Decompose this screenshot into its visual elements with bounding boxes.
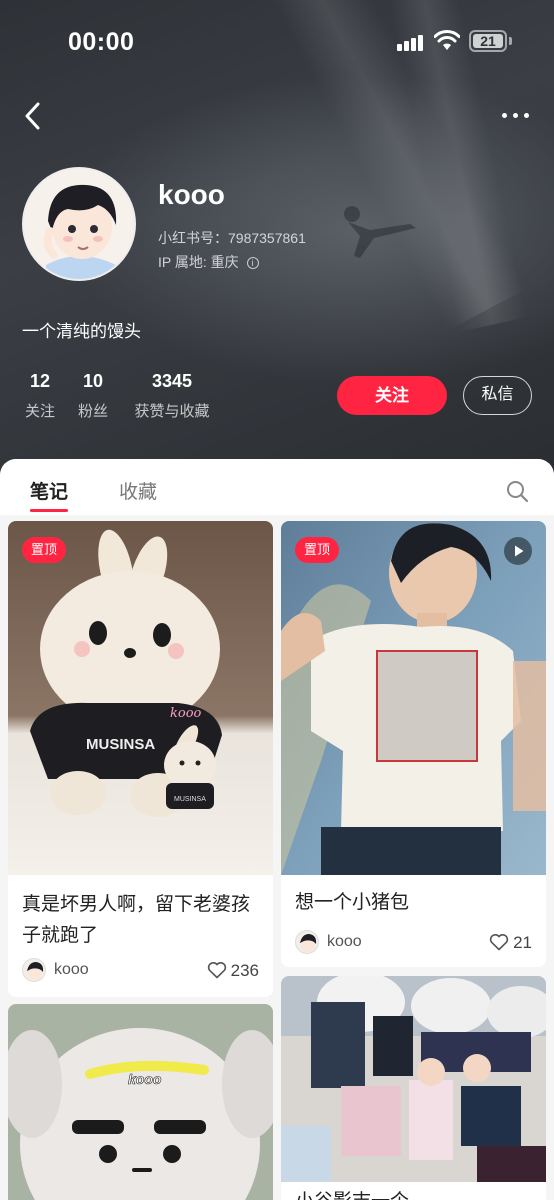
note-card[interactable]: MUSINSA MUSINSA kooo 置顶 真是坏男人啊，留下老婆孩子就跑了… bbox=[8, 521, 273, 997]
author-name[interactable]: kooo bbox=[327, 933, 362, 951]
pinned-badge: 置顶 bbox=[22, 537, 66, 563]
handwritten-tag-text: kooo bbox=[128, 1071, 162, 1087]
tab-bar: 笔记 收藏 bbox=[0, 459, 554, 515]
stat-value: 3345 bbox=[151, 371, 193, 391]
note-title: 想一个小猪包 bbox=[295, 892, 410, 913]
note-card[interactable]: kooo bbox=[8, 1004, 273, 1200]
stat-value: 10 bbox=[82, 371, 104, 391]
author-avatar[interactable] bbox=[22, 958, 46, 982]
more-icon bbox=[502, 113, 507, 118]
play-icon bbox=[515, 545, 524, 557]
author-avatar-illustration bbox=[27, 962, 44, 980]
stat-followers[interactable]: 10 粉丝 bbox=[75, 371, 111, 421]
ip-location-text: IP 属地: 重庆 bbox=[158, 254, 239, 270]
like-count-value: 21 bbox=[513, 933, 532, 952]
note-cover: MUSINSA MUSINSA kooo bbox=[8, 521, 273, 875]
battery-tip bbox=[509, 37, 512, 45]
status-time: 00:00 bbox=[68, 28, 135, 56]
follow-button[interactable]: 关注 bbox=[337, 376, 447, 415]
profile-nickname: kooo bbox=[158, 179, 225, 210]
profile-ip-location: IP 属地: 重庆 i bbox=[158, 252, 259, 272]
heart-icon bbox=[207, 962, 226, 979]
shirt-brand-small-text: MUSINSA bbox=[174, 796, 206, 803]
profile-header: 00:00 21 kooo 小红书号：7987357861 IP 属地: 重庆 … bbox=[0, 0, 554, 480]
search-icon bbox=[507, 481, 529, 503]
note-cover bbox=[281, 521, 546, 875]
note-title: 真是坏男人啊，留下老婆孩子就跑了 bbox=[22, 894, 251, 946]
note-card[interactable]: 小谷影志一个 bbox=[281, 976, 546, 1200]
profile-avatar[interactable] bbox=[22, 167, 136, 281]
pinned-badge: 置顶 bbox=[295, 537, 339, 563]
plush-bunny-photo: MUSINSA MUSINSA kooo bbox=[8, 521, 273, 875]
tab-notes[interactable]: 笔记 bbox=[30, 477, 68, 504]
stat-label: 粉丝 bbox=[77, 403, 108, 420]
notes-panel: 笔记 收藏 MUSINSA MUSINSA kooo 置顶 真是坏男人啊，留下老… bbox=[0, 459, 554, 1200]
stat-following[interactable]: 12 关注 bbox=[22, 371, 58, 421]
profile-bio: 一个清纯的馒头 bbox=[22, 322, 141, 341]
background-performer-silhouette bbox=[344, 206, 416, 258]
search-button[interactable] bbox=[505, 479, 529, 503]
profile-red-id: 小红书号：7987357861 bbox=[158, 230, 306, 246]
back-button[interactable] bbox=[18, 98, 50, 134]
battery-icon: 21 bbox=[469, 30, 507, 52]
avatar-illustration bbox=[24, 169, 134, 279]
stat-value: 12 bbox=[29, 371, 51, 391]
note-card[interactable]: 置顶 想一个小猪包 kooo 21 bbox=[281, 521, 546, 967]
like-count[interactable]: 21 bbox=[489, 933, 532, 953]
video-play-button[interactable] bbox=[504, 537, 532, 565]
active-tab-indicator bbox=[30, 509, 68, 512]
signal-icon bbox=[397, 33, 427, 51]
shirt-brand-text: MUSINSA bbox=[86, 736, 155, 753]
handwritten-tag-text: kooo bbox=[170, 706, 202, 721]
back-icon bbox=[25, 102, 40, 130]
tab-collections[interactable]: 收藏 bbox=[119, 477, 157, 504]
battery-level: 21 bbox=[473, 34, 503, 48]
performer-concert-photo bbox=[281, 521, 546, 875]
author-avatar-illustration bbox=[300, 934, 317, 952]
note-cover bbox=[281, 976, 546, 1182]
note-footer: kooo 236 bbox=[22, 958, 259, 984]
plush-dog-photo: kooo bbox=[8, 1004, 273, 1200]
more-button[interactable] bbox=[498, 100, 534, 130]
author-avatar[interactable] bbox=[295, 930, 319, 954]
note-cover: kooo bbox=[8, 1004, 273, 1200]
like-count-value: 236 bbox=[230, 961, 259, 980]
status-bar: 00:00 21 bbox=[0, 0, 554, 82]
note-title: 小谷影志一个 bbox=[295, 1186, 537, 1200]
message-button[interactable]: 私信 bbox=[463, 376, 532, 415]
stat-label: 获赞与收藏 bbox=[134, 403, 210, 420]
heart-icon bbox=[489, 934, 509, 951]
wifi-icon bbox=[434, 30, 460, 50]
author-name[interactable]: kooo bbox=[54, 961, 89, 979]
note-footer: kooo 21 bbox=[295, 930, 532, 956]
like-count[interactable]: 236 bbox=[207, 961, 259, 981]
merchandise-collection-photo bbox=[281, 976, 546, 1182]
info-icon[interactable]: i bbox=[246, 257, 259, 269]
stat-label: 关注 bbox=[24, 403, 55, 420]
stat-likes-and-collects[interactable]: 3345 获赞与收藏 bbox=[129, 371, 215, 421]
